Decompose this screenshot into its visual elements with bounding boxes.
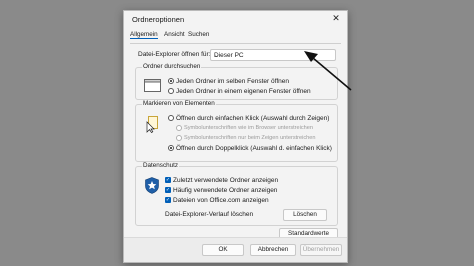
annotation-arrow — [304, 51, 352, 91]
